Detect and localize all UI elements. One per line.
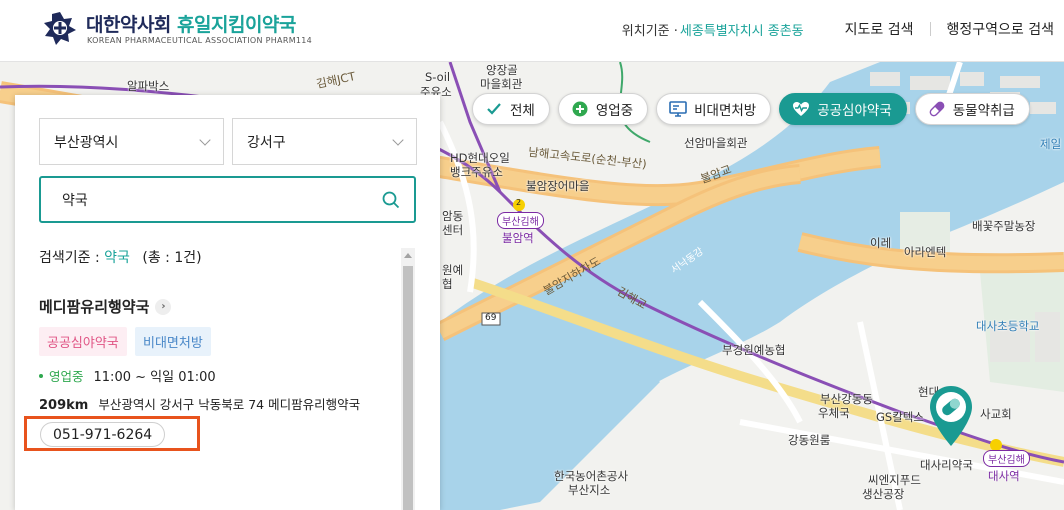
map-label: 제일 (1040, 137, 1062, 151)
scrollbar-thumb[interactable] (403, 266, 413, 510)
filter-bar: 전체 영업중 비대면처방 공공심야약국 동물약취급 (472, 93, 1030, 125)
brand-highlight: 휴일지킴이약국 (177, 14, 296, 36)
search-icon[interactable] (382, 191, 400, 209)
pharmacy-address: 209km 부산광역시 강서구 낙동북로 74 메디팜유리행약국 (39, 394, 360, 413)
pharmacy-name-text: 메디팜유리행약국 (39, 298, 150, 316)
location-value[interactable]: 세종특별자치시 종촌동 (680, 20, 804, 39)
map-label: 우체국 (818, 406, 850, 420)
tag-telemedicine: 비대면처방 (135, 327, 211, 356)
district-select[interactable]: 강서구 (232, 118, 417, 165)
monitor-icon (669, 100, 687, 118)
distance: 209km (39, 398, 89, 413)
chevron-down-icon (392, 134, 404, 146)
status-badge: 영업중 (49, 369, 84, 384)
map-label: 이레 (870, 236, 892, 250)
chevron-down-icon (199, 134, 211, 146)
chevron-right-icon[interactable]: › (155, 298, 172, 315)
plus-circle-icon (571, 100, 589, 118)
search-input[interactable]: 약국 (39, 176, 416, 223)
region-search-link[interactable]: 행정구역으로 검색 (947, 19, 1055, 39)
scroll-up-icon[interactable] (404, 253, 412, 258)
map-label: 선암마을회관 (684, 136, 748, 150)
map-search-link[interactable]: 지도로 검색 (845, 19, 914, 39)
opening-status: 영업중 11:00 ~ 익일 01:00 (39, 366, 216, 385)
map-label: 아라엔텍 (904, 245, 947, 259)
city-select[interactable]: 부산광역시 (39, 118, 224, 165)
header-nav: 위치기준 · 세종특별자치시 종촌동 지도로 검색 행정구역으로 검색 (622, 19, 1054, 39)
map-label: 마을회관 (480, 77, 523, 91)
district-select-value: 강서구 (247, 134, 286, 151)
filter-label: 전체 (510, 103, 535, 119)
map-label: 부경원예농협 (722, 343, 786, 357)
heart-pulse-icon (792, 100, 810, 118)
search-panel: 부산광역시 강서구 약국 검색기준 : 약국 (총 : 1건) 메디팜유리행약국… (15, 95, 440, 510)
brand-title[interactable]: 대한약사회 휴일지킴이약국 (86, 10, 296, 37)
map-label: 부산지소 (568, 483, 611, 497)
map-label: 불암장어마을 (526, 179, 590, 193)
filter-label: 영업중 (595, 103, 634, 119)
station-name: 불암역 (502, 231, 534, 245)
road-label: 69 (485, 313, 497, 323)
station-badge[interactable]: 부산김해 (497, 212, 544, 229)
address-text: 부산광역시 강서구 낙동북로 74 메디팜유리행약국 (98, 397, 361, 412)
criteria-label: 검색기준 : (39, 250, 100, 266)
map-label: 배꽃주말농장 (972, 219, 1036, 233)
status-dot-icon (39, 373, 43, 378)
opening-hours: 11:00 ~ 익일 01:00 (93, 370, 216, 385)
map-label: 알파박스 (127, 79, 170, 93)
filter-all[interactable]: 전체 (472, 93, 550, 125)
filter-night-pharmacy[interactable]: 공공심야약국 (779, 93, 907, 125)
search-criteria: 검색기준 : 약국 (총 : 1건) (39, 247, 202, 267)
map-label: 사교회 (980, 407, 1012, 421)
brand-subtitle: KOREAN PHARMACEUTICAL ASSOCIATION PHARM1… (87, 36, 313, 45)
city-select-value: 부산광역시 (54, 134, 119, 151)
check-icon (485, 100, 503, 118)
filter-telemedicine[interactable]: 비대면처방 (656, 93, 772, 125)
criteria-keyword: 약국 (104, 250, 130, 266)
site-header: 대한약사회 휴일지킴이약국 KOREAN PHARMACEUTICAL ASSO… (0, 0, 1064, 62)
filter-label: 공공심야약국 (817, 103, 892, 119)
road-label: 2 (516, 198, 522, 207)
map-label: 협 (442, 277, 453, 291)
location-label: 위치기준 · (621, 23, 678, 39)
pharmacy-name[interactable]: 메디팜유리행약국 › (39, 296, 172, 317)
station-name: 대사역 (988, 469, 1020, 483)
map-label: 생산공장 (862, 487, 905, 501)
criteria-count: (총 : 1건) (142, 250, 202, 266)
kpa-logo-icon[interactable] (42, 10, 78, 46)
tag-night-pharmacy: 공공심야약국 (39, 327, 127, 356)
map-label: GS칼텍스 (876, 410, 924, 424)
filter-open-now[interactable]: 영업중 (557, 93, 649, 125)
station-badge[interactable]: 부산김해 (983, 450, 1030, 467)
brand-main: 대한약사회 (86, 14, 171, 36)
divider (929, 22, 931, 36)
filter-vet-medicine[interactable]: 동물약취급 (914, 93, 1030, 125)
map-label: 강동원룸 (788, 433, 831, 447)
filter-label: 동물약취급 (952, 103, 1015, 119)
map-label: 대사리약국 (920, 458, 973, 472)
capsule-icon (928, 100, 946, 118)
map-label: S-oil (425, 70, 451, 84)
pharmacy-marker-icon[interactable] (928, 384, 974, 450)
map-label: 뱅크주유소 (450, 165, 503, 179)
filter-label: 비대면처방 (694, 103, 757, 119)
map-label: 대사초등학교 (976, 319, 1040, 333)
search-input-value: 약국 (62, 192, 88, 209)
phone-highlight-box (24, 416, 200, 451)
map-label: 센터 (442, 223, 464, 237)
